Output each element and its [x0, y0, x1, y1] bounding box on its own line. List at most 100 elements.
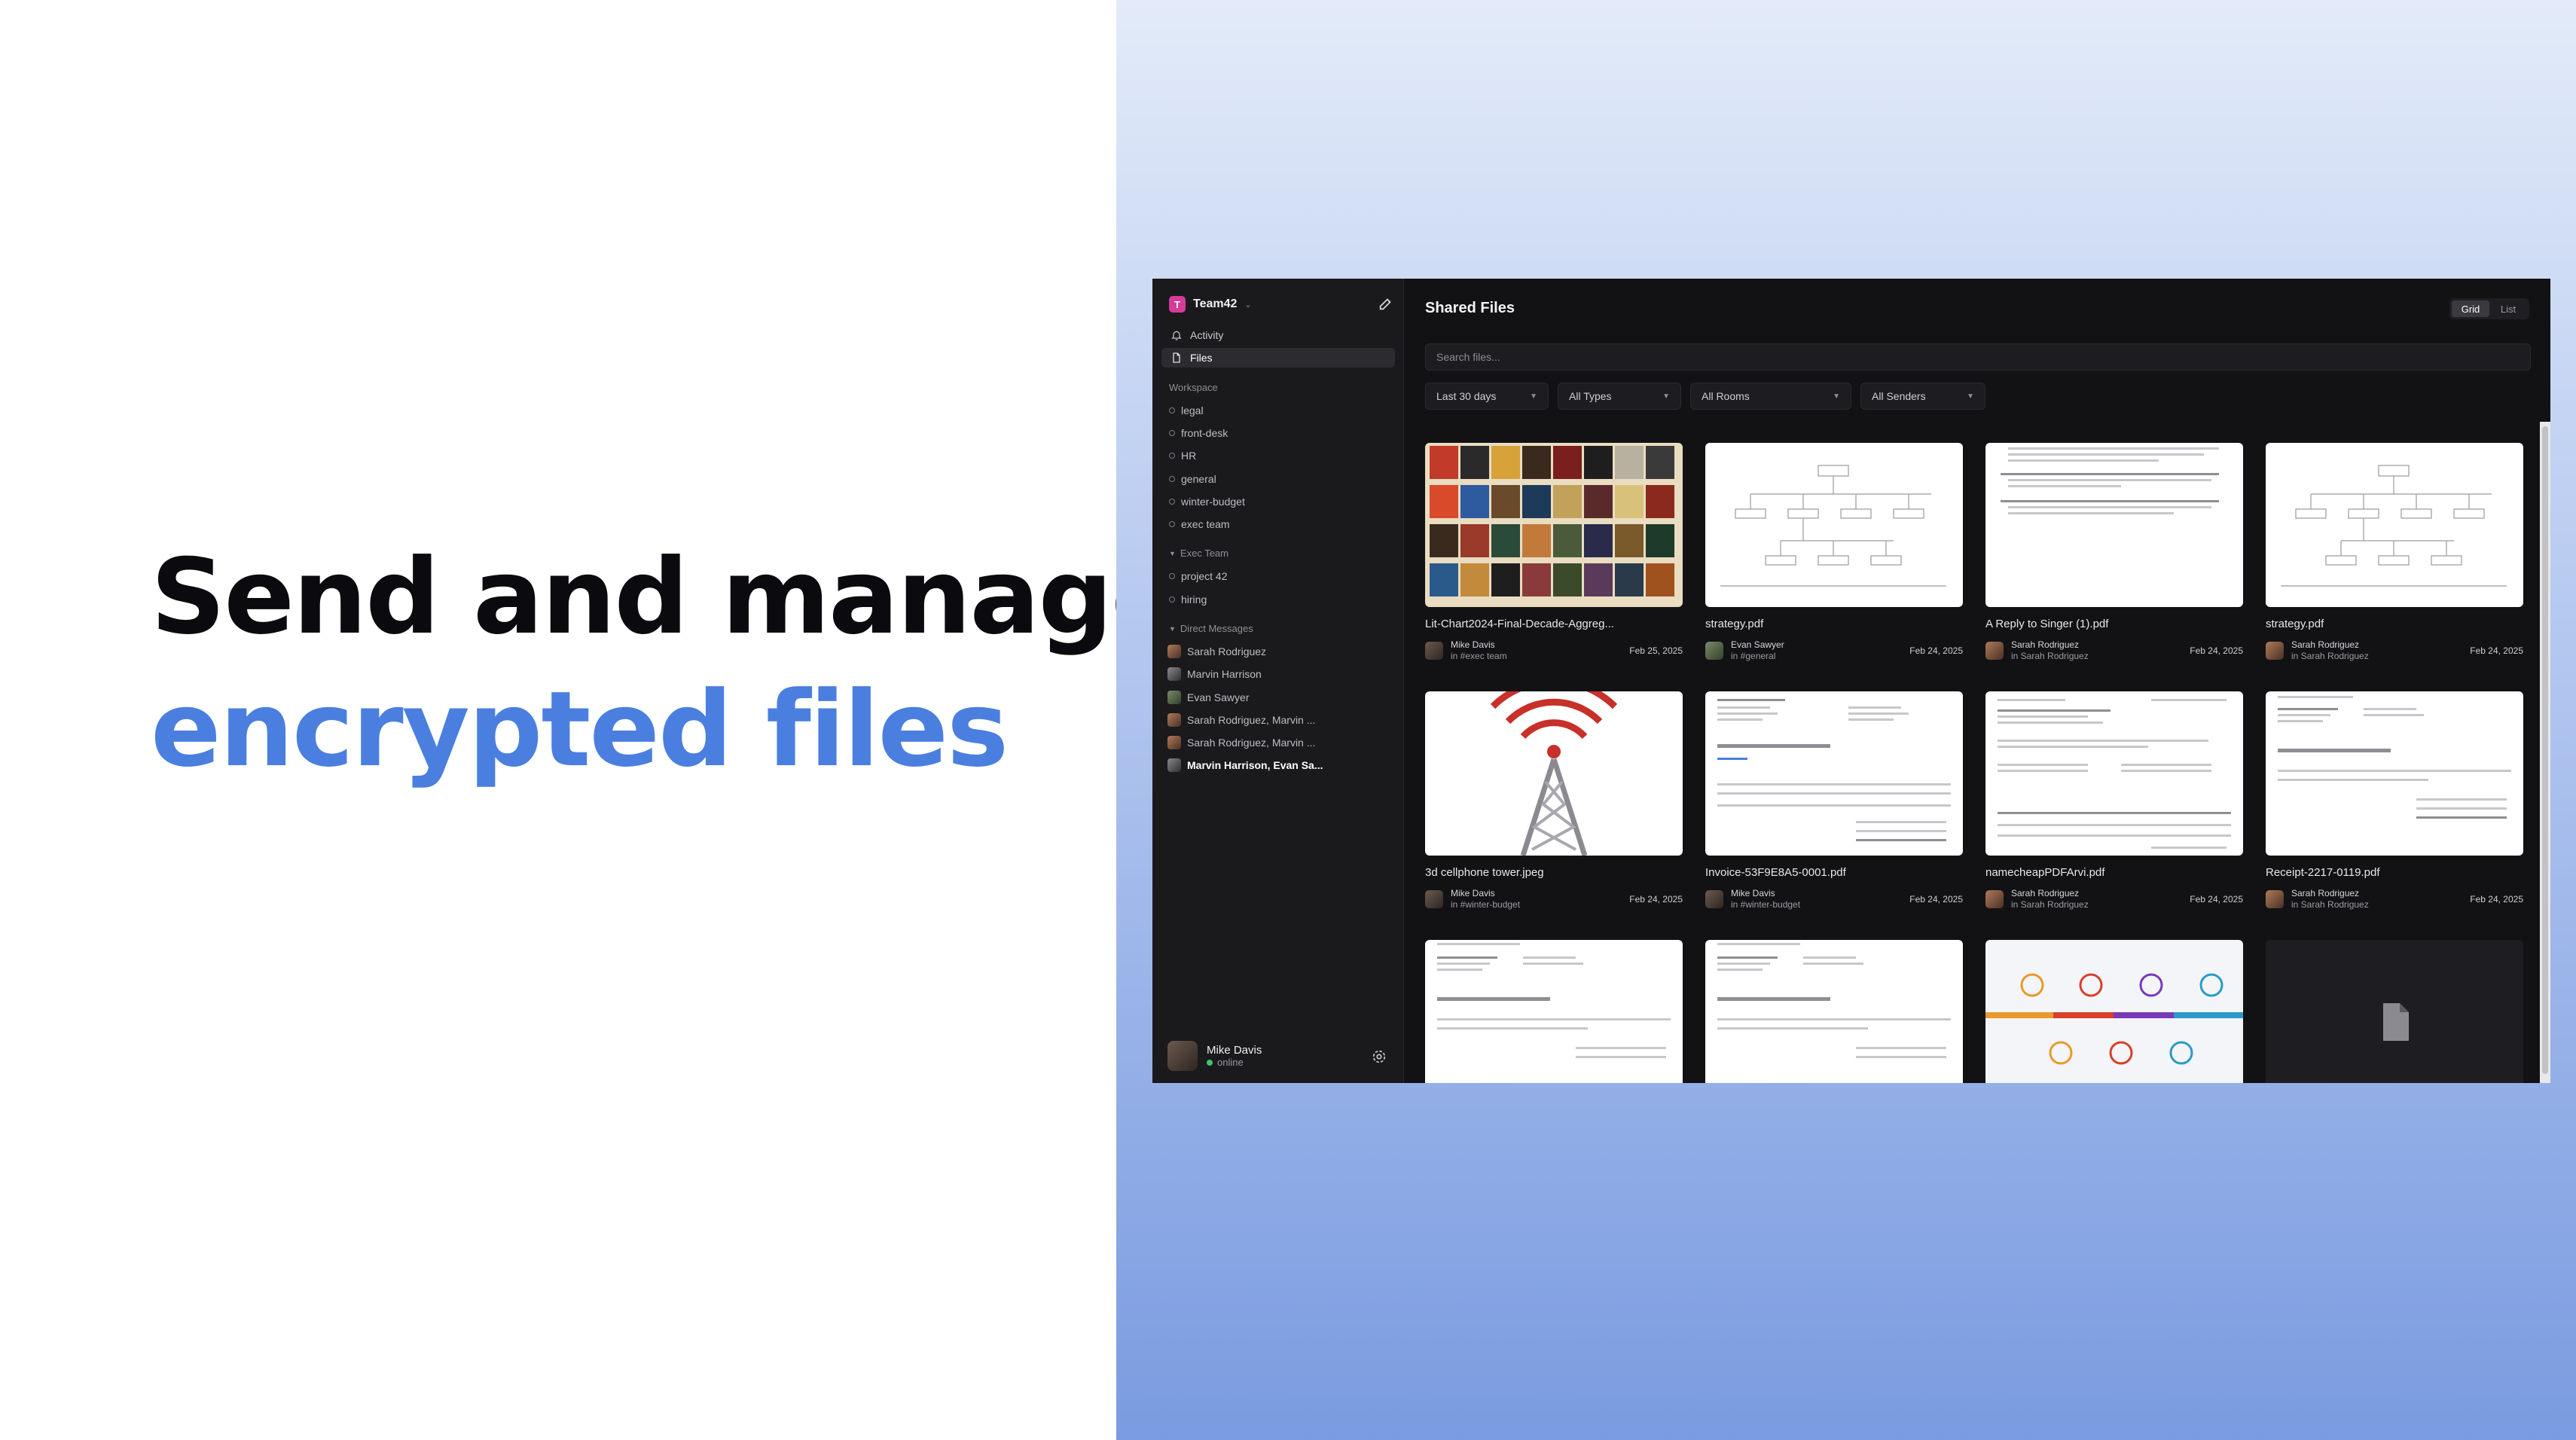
filter-date[interactable]: Last 30 days ▼	[1425, 383, 1549, 410]
room-hr[interactable]: HR	[1169, 450, 1196, 462]
avatar	[1425, 642, 1443, 660]
dm-group-1[interactable]: Sarah Rodriguez, Marvin ...	[1167, 713, 1386, 727]
room-icon	[1169, 499, 1175, 505]
filter-type[interactable]: All Types ▼	[1558, 383, 1681, 410]
room-legal[interactable]: legal	[1169, 404, 1204, 416]
gear-icon[interactable]	[1371, 1048, 1387, 1065]
compose-icon[interactable]	[1378, 295, 1394, 312]
room-label: project 42	[1181, 570, 1228, 582]
dm-evan-sawyer[interactable]: Evan Sawyer	[1167, 691, 1386, 704]
file-thumbnail	[1985, 443, 2243, 607]
avatar	[1167, 645, 1181, 658]
avatar	[1985, 890, 2004, 908]
file-date: Feb 24, 2025	[2190, 645, 2243, 656]
room-label: winter-budget	[1181, 496, 1245, 508]
room-icon	[1169, 573, 1175, 579]
file-sender: Evan Sawyer	[1731, 639, 1784, 650]
file-date: Feb 25, 2025	[1629, 645, 1683, 656]
file-icon	[2383, 1003, 2409, 1041]
dm-label: Sarah Rodriguez, Marvin ...	[1187, 714, 1316, 726]
avatar	[1167, 1041, 1198, 1071]
section-exec-team[interactable]: ▼ Exec Team	[1169, 548, 1228, 559]
promo-headline: Send and manage	[151, 536, 1182, 657]
file-card[interactable]	[1425, 940, 1683, 1083]
filter-sender[interactable]: All Senders ▼	[1860, 383, 1985, 410]
nav-activity-label: Activity	[1190, 329, 1224, 341]
app-window: T Team42 ⌄ Activity Files Workspace lega…	[1152, 279, 2550, 1083]
chevron-down-icon: ▼	[1662, 392, 1670, 401]
caret-down-icon: ▼	[1169, 624, 1176, 633]
file-thumbnail	[1705, 691, 1963, 856]
nav-activity[interactable]: Activity	[1161, 325, 1395, 345]
search-input[interactable]: Search files...	[1425, 343, 2531, 371]
avatar	[1705, 890, 1723, 908]
file-name: strategy.pdf	[1705, 618, 1764, 630]
dm-group-2[interactable]: Sarah Rodriguez, Marvin ...	[1167, 736, 1386, 749]
caret-down-icon: ▼	[1169, 549, 1176, 557]
avatar	[1167, 667, 1181, 681]
room-project-42[interactable]: project 42	[1169, 570, 1227, 582]
dm-sarah-rodriguez[interactable]: Sarah Rodriguez	[1167, 645, 1386, 658]
file-room: in #winter-budget	[1731, 899, 1801, 910]
file-thumbnail	[1985, 691, 2243, 856]
room-general[interactable]: general	[1169, 473, 1216, 485]
list-view-button[interactable]: List	[2489, 301, 2527, 317]
workspace-switcher[interactable]: T Team42 ⌄	[1169, 295, 1252, 313]
file-card[interactable]: A Reply to Singer (1).pdf Sarah Rodrigue…	[1985, 443, 2243, 662]
view-toggle: Grid List	[2449, 298, 2529, 319]
dm-group-3[interactable]: Marvin Harrison, Evan Sa...	[1167, 758, 1386, 772]
sidebar: T Team42 ⌄ Activity Files Workspace lega…	[1152, 279, 1404, 1083]
file-date: Feb 24, 2025	[2470, 894, 2523, 905]
section-direct-messages[interactable]: ▼ Direct Messages	[1169, 623, 1253, 634]
avatar	[1167, 736, 1181, 749]
room-label: HR	[1181, 450, 1197, 462]
file-sender: Mike Davis	[1451, 888, 1495, 898]
avatar	[2266, 642, 2284, 660]
file-meta: Mike Davis in #winter-budget Feb 24, 2025	[1425, 888, 1683, 911]
nav-files-label: Files	[1190, 352, 1213, 364]
file-meta: Evan Sawyer in #general Feb 24, 2025	[1705, 639, 1963, 662]
file-room: in Sarah Rodriguez	[2011, 651, 2089, 661]
grid-view-button[interactable]: Grid	[2452, 301, 2489, 317]
file-thumbnail	[1705, 940, 1963, 1083]
file-room: in #winter-budget	[1451, 899, 1521, 910]
room-front-desk[interactable]: front-desk	[1169, 427, 1228, 439]
current-user[interactable]: Mike Davis online	[1167, 1041, 1262, 1071]
scrollbar-thumb[interactable]	[2542, 426, 2548, 1074]
file-date: Feb 24, 2025	[2190, 894, 2243, 905]
avatar	[1705, 642, 1723, 660]
file-meta: Sarah Rodriguez in Sarah Rodriguez Feb 24…	[1985, 888, 2243, 911]
page-title: Shared Files	[1425, 300, 1515, 316]
file-card[interactable]	[1985, 940, 2243, 1083]
dm-marvin-harrison[interactable]: Marvin Harrison	[1167, 667, 1386, 681]
file-card[interactable]	[1705, 940, 1963, 1083]
file-card[interactable]: strategy.pdf Evan Sawyer in #general Feb …	[1705, 443, 1963, 662]
filter-label: Last 30 days	[1436, 390, 1497, 402]
chevron-down-icon: ▼	[1967, 392, 1974, 401]
nav-files[interactable]: Files	[1161, 348, 1395, 368]
file-card[interactable]: strategy.pdf Sarah Rodriguez in Sarah Rod…	[2266, 443, 2523, 662]
room-hiring[interactable]: hiring	[1169, 593, 1207, 606]
avatar	[1985, 642, 2004, 660]
file-card[interactable]	[2266, 940, 2523, 1083]
room-winter-budget[interactable]: winter-budget	[1169, 496, 1245, 508]
file-card[interactable]: namecheapPDFArvi.pdf Sarah Rodriguez in S…	[1985, 691, 2243, 911]
file-card[interactable]: 3d cellphone tower.jpeg Mike Davis in #wi…	[1425, 691, 1683, 911]
avatar	[1425, 890, 1443, 908]
file-thumbnail	[2266, 691, 2523, 856]
file-card[interactable]: Lit-Chart2024-Final-Decade-Aggreg... Mik…	[1425, 443, 1683, 662]
file-thumbnail	[2266, 443, 2523, 607]
filter-label: All Types	[1569, 390, 1612, 402]
file-thumbnail	[2266, 940, 2523, 1083]
file-room: in Sarah Rodriguez	[2291, 651, 2369, 661]
room-icon	[1169, 476, 1175, 482]
file-sender: Sarah Rodriguez	[2291, 888, 2360, 898]
file-thumbnail	[1705, 443, 1963, 607]
room-exec-team[interactable]: exec team	[1169, 518, 1230, 530]
section-workspace[interactable]: Workspace	[1169, 382, 1218, 393]
avatar	[1167, 713, 1181, 727]
file-card[interactable]: Receipt-2217-0119.pdf Sarah Rodriguez in …	[2266, 691, 2523, 911]
workspace-name: Team42	[1193, 297, 1238, 310]
file-card[interactable]: Invoice-53F9E8A5-0001.pdf Mike Davis in #…	[1705, 691, 1963, 911]
filter-room[interactable]: All Rooms ▼	[1690, 383, 1851, 410]
